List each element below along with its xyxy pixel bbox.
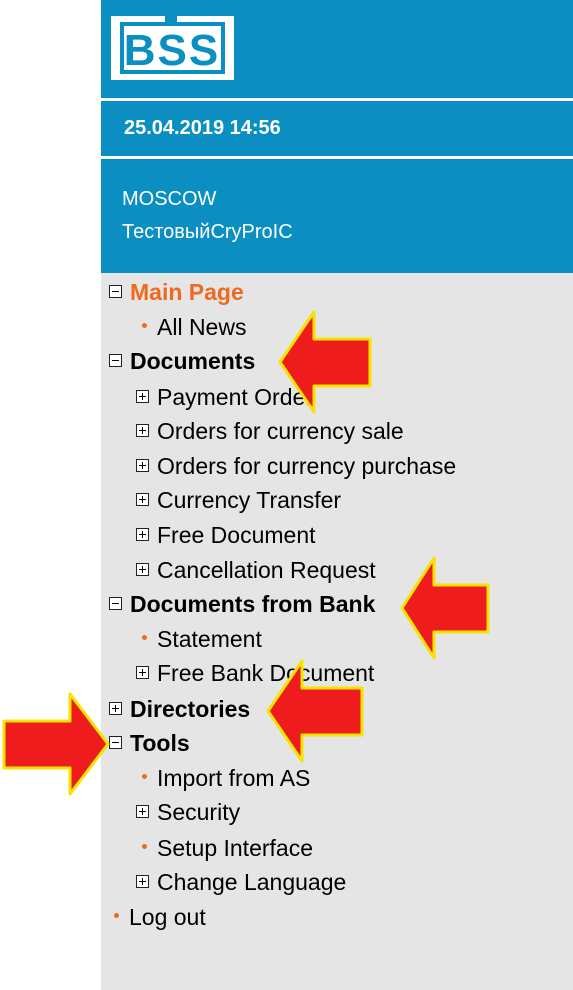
plus-box-icon[interactable] bbox=[136, 666, 149, 680]
red-arrow-icon bbox=[400, 556, 490, 660]
menu-cancellation-request[interactable]: Cancellation Request bbox=[136, 555, 376, 585]
menu-directories-label[interactable]: Directories bbox=[130, 696, 250, 722]
menu-tools[interactable]: Tools bbox=[109, 728, 190, 758]
logo-text: BSS bbox=[124, 26, 220, 75]
menu-currency-transfer[interactable]: Currency Transfer bbox=[136, 485, 341, 515]
plus-box-icon[interactable] bbox=[136, 563, 149, 577]
menu-documents-from-bank[interactable]: Documents from Bank bbox=[109, 589, 375, 619]
menu-main-page-label[interactable]: Main Page bbox=[130, 279, 244, 305]
bullet-icon bbox=[142, 844, 147, 850]
plus-box-icon[interactable] bbox=[136, 875, 149, 889]
menu-documents[interactable]: Documents bbox=[109, 346, 255, 376]
menu-free-document[interactable]: Free Document bbox=[136, 520, 316, 550]
menu-change-language-label[interactable]: Change Language bbox=[157, 869, 346, 895]
menu-change-language[interactable]: Change Language bbox=[136, 867, 346, 897]
datetime-text: 25.04.2019 14:56 bbox=[124, 117, 281, 139]
menu-documents-label[interactable]: Documents bbox=[130, 348, 255, 374]
red-arrow-icon bbox=[2, 692, 110, 796]
plus-box-icon[interactable] bbox=[136, 493, 149, 507]
red-arrow-icon bbox=[278, 310, 372, 414]
bullet-icon bbox=[142, 323, 147, 329]
menu-tools-label[interactable]: Tools bbox=[130, 730, 190, 756]
menu-free-document-label[interactable]: Free Document bbox=[157, 522, 316, 548]
menu-import-from-as-label[interactable]: Import from AS bbox=[157, 765, 310, 791]
client-name: ТестовыйCryProIC bbox=[122, 221, 293, 243]
red-arrow-icon bbox=[266, 659, 364, 763]
minus-box-icon[interactable] bbox=[109, 354, 122, 368]
menu-setup-interface-label[interactable]: Setup Interface bbox=[157, 835, 313, 861]
menu-orders-currency-purchase-label[interactable]: Orders for currency purchase bbox=[157, 453, 456, 479]
logo-header: BSS bbox=[101, 0, 573, 98]
menu-statement-label[interactable]: Statement bbox=[157, 626, 262, 652]
plus-box-icon[interactable] bbox=[136, 528, 149, 542]
plus-box-icon[interactable] bbox=[136, 390, 149, 404]
menu-security[interactable]: Security bbox=[136, 797, 240, 827]
plus-box-icon[interactable] bbox=[136, 805, 149, 819]
menu-setup-interface[interactable]: Setup Interface bbox=[142, 833, 313, 863]
menu-orders-currency-purchase[interactable]: Orders for currency purchase bbox=[136, 451, 456, 481]
menu-import-from-as[interactable]: Import from AS bbox=[142, 763, 310, 793]
menu-log-out[interactable]: Log out bbox=[114, 902, 206, 932]
city-name: MOSCOW bbox=[122, 188, 217, 210]
menu-statement[interactable]: Statement bbox=[142, 624, 262, 654]
bss-logo[interactable]: BSS bbox=[111, 16, 234, 80]
plus-box-icon[interactable] bbox=[136, 424, 149, 438]
menu-cancellation-request-label[interactable]: Cancellation Request bbox=[157, 557, 376, 583]
menu-currency-transfer-label[interactable]: Currency Transfer bbox=[157, 487, 341, 513]
bullet-icon bbox=[142, 774, 147, 780]
menu-security-label[interactable]: Security bbox=[157, 799, 240, 825]
bullet-icon bbox=[114, 913, 119, 919]
navigation-panel: BSS 25.04.2019 14:56 MOSCOW ТестовыйCryP… bbox=[101, 0, 573, 990]
menu-all-news-label[interactable]: All News bbox=[157, 314, 246, 340]
minus-box-icon[interactable] bbox=[109, 285, 122, 299]
menu-documents-from-bank-label[interactable]: Documents from Bank bbox=[130, 591, 375, 617]
client-info: MOSCOW ТестовыйCryProIC bbox=[101, 159, 573, 273]
menu-main-page[interactable]: Main Page bbox=[109, 277, 244, 307]
menu-orders-currency-sale-label[interactable]: Orders for currency sale bbox=[157, 418, 404, 444]
menu-log-out-label[interactable]: Log out bbox=[129, 904, 206, 930]
bullet-icon bbox=[142, 635, 147, 641]
menu-orders-currency-sale[interactable]: Orders for currency sale bbox=[136, 416, 404, 446]
minus-box-icon[interactable] bbox=[109, 597, 122, 611]
plus-box-icon[interactable] bbox=[136, 459, 149, 473]
datetime-bar: 25.04.2019 14:56 bbox=[101, 101, 573, 156]
menu-all-news[interactable]: All News bbox=[142, 312, 246, 342]
menu-directories[interactable]: Directories bbox=[109, 694, 250, 724]
